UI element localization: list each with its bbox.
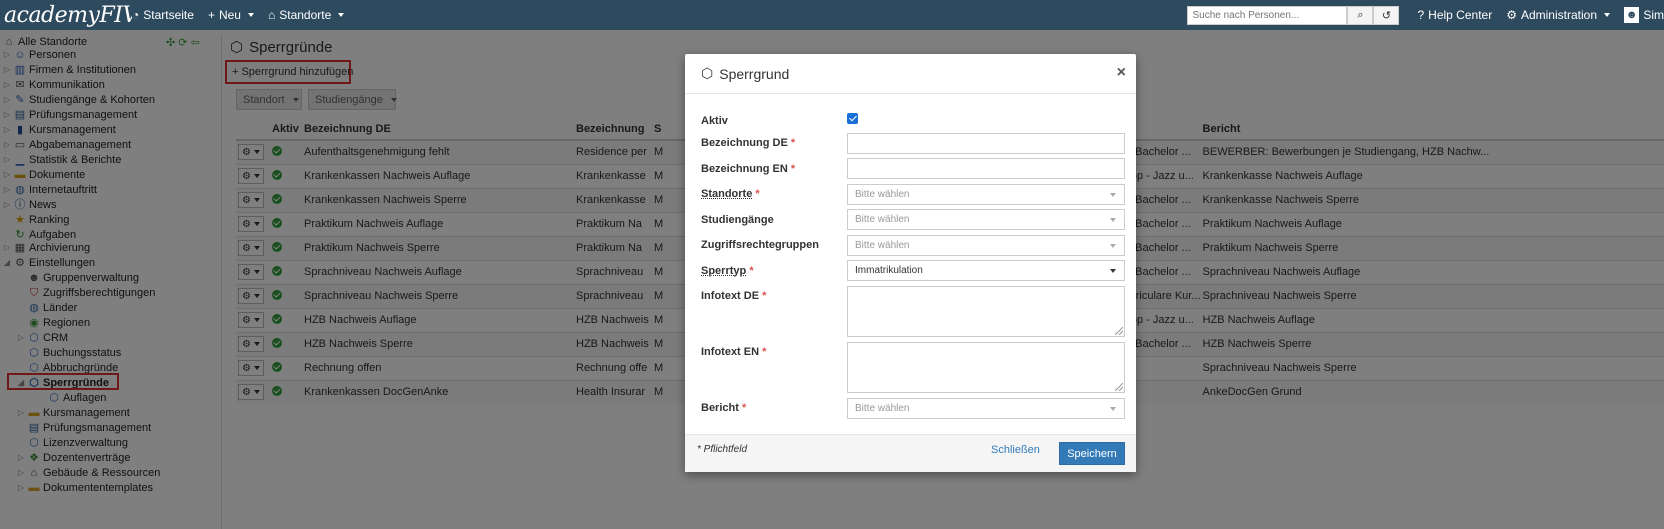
standorte-select[interactable]: Bitte wählen: [847, 184, 1125, 205]
plus-icon: +: [207, 8, 215, 22]
gear-icon: ⚙: [1506, 8, 1517, 22]
required-marker: *: [790, 137, 796, 149]
dashboard-icon: ◔: [132, 8, 140, 22]
required-marker: *: [741, 402, 747, 414]
nav-neu[interactable]: + Neu: [208, 8, 254, 22]
required-note: * Pflichtfeld: [697, 444, 747, 455]
dialog-title: Sperrgrund: [719, 65, 790, 82]
close-icon[interactable]: ×: [1117, 64, 1126, 82]
studiengaenge-select[interactable]: Bitte wählen: [847, 209, 1125, 230]
help-center-label: Help Center: [1428, 8, 1493, 22]
nav-startseite[interactable]: ◔ Startseite: [132, 8, 194, 22]
search-button[interactable]: ⌕: [1347, 5, 1374, 25]
studiengaenge-label-text: Studiengänge: [701, 214, 774, 226]
sperrgrund-dialog: ⬡ Sperrgrund × Aktiv Bezeichnung DE * Be…: [685, 54, 1136, 472]
sperrtyp-label: Sperrtyp *: [701, 265, 754, 277]
user-name: Sim: [1643, 8, 1664, 22]
history-button[interactable]: ↺: [1373, 5, 1400, 25]
bericht-label: Bericht *: [701, 402, 746, 414]
nav-standorte[interactable]: ⌂ Standorte: [267, 8, 345, 22]
aktiv-checkbox[interactable]: [847, 113, 858, 124]
info-de-label-text: Infotext DE: [701, 290, 760, 302]
search-icon: ⌕: [1357, 8, 1364, 21]
bericht-select[interactable]: Bitte wählen: [847, 398, 1125, 419]
required-marker: *: [762, 346, 767, 358]
required-marker: *: [762, 290, 767, 302]
infotext-de-textarea[interactable]: [847, 286, 1125, 337]
zugriffsrechtegruppen-select[interactable]: Bitte wählen: [847, 235, 1125, 256]
home-icon: ⌂: [267, 8, 276, 22]
bez-en-label-text: Bezeichnung EN: [701, 163, 788, 175]
dialog-header: ⬡ Sperrgrund: [685, 54, 1136, 94]
zugriff-label-text: Zugriffsrechtegruppen: [701, 239, 819, 251]
info-en-label: Infotext EN *: [701, 346, 766, 358]
aktiv-label: Aktiv: [701, 115, 728, 127]
bez-de-label: Bezeichnung DE *: [701, 137, 795, 149]
nav-standorte-label: Standorte: [279, 8, 332, 22]
chevron-down-icon: [1110, 407, 1116, 411]
zugriff-label: Zugriffsrechtegruppen: [701, 239, 819, 251]
history-icon: ↺: [1381, 9, 1392, 22]
caret-down-icon: [1604, 13, 1610, 17]
chevron-down-icon: [1110, 269, 1116, 273]
sperrtyp-label-text: Sperrtyp: [701, 265, 747, 277]
user-avatar-icon: ☻: [1624, 7, 1640, 23]
bez-en-label: Bezeichnung EN *: [701, 163, 795, 175]
sperrtyp-select[interactable]: Immatrikulation: [847, 260, 1125, 281]
chevron-down-icon: [1110, 244, 1116, 248]
info-de-label: Infotext DE *: [701, 290, 766, 302]
required-marker: *: [749, 265, 754, 277]
studiengaenge-label: Studiengänge: [701, 214, 774, 226]
standorte-label: Standorte *: [701, 188, 760, 200]
nav-startseite-label: Startseite: [143, 8, 194, 22]
sperrtyp-select-value: Immatrikulation: [855, 265, 923, 276]
studiengaenge-select-value: Bitte wählen: [855, 214, 910, 225]
user-menu[interactable]: ☻ Sim: [1624, 7, 1664, 23]
bericht-label-text: Bericht: [701, 402, 739, 414]
top-navbar: academyFIVE ◔Startseite +Neu ⌂Standorte …: [0, 0, 1664, 30]
close-button[interactable]: Schließen: [991, 444, 1040, 456]
chevron-down-icon: [1110, 193, 1116, 197]
infotext-en-textarea[interactable]: [847, 342, 1125, 393]
bez-de-label-text: Bezeichnung DE: [701, 137, 788, 149]
app-logo[interactable]: academyFIVE: [0, 3, 132, 28]
nav-neu-label: Neu: [218, 8, 241, 22]
administration-menu[interactable]: ⚙ Administration: [1506, 8, 1610, 22]
caret-down-icon: [247, 13, 254, 17]
required-note-text: * Pflichtfeld: [697, 444, 748, 455]
person-search-input[interactable]: [1187, 5, 1348, 25]
administration-label: Administration: [1520, 8, 1597, 22]
tag-icon: ⬡: [701, 65, 714, 81]
standorte-select-value: Bitte wählen: [855, 189, 910, 200]
chevron-down-icon: [1110, 218, 1116, 222]
bezeichnung-en-input[interactable]: [847, 158, 1125, 179]
required-marker: *: [755, 188, 760, 200]
caret-down-icon: [338, 13, 345, 17]
standorte-label-text: Standorte: [701, 188, 753, 200]
bericht-select-value: Bitte wählen: [855, 403, 910, 414]
question-icon: ?: [1417, 8, 1425, 22]
info-en-label-text: Infotext EN: [701, 346, 760, 358]
help-center-link[interactable]: ? Help Center: [1417, 8, 1492, 22]
required-marker: *: [790, 163, 796, 175]
dialog-footer: * Pflichtfeld Schließen Speichern: [685, 434, 1136, 472]
aktiv-label-text: Aktiv: [701, 115, 728, 127]
bezeichnung-de-input[interactable]: [847, 133, 1125, 154]
save-button[interactable]: Speichern: [1059, 442, 1125, 465]
zugriff-select-value: Bitte wählen: [855, 240, 910, 251]
